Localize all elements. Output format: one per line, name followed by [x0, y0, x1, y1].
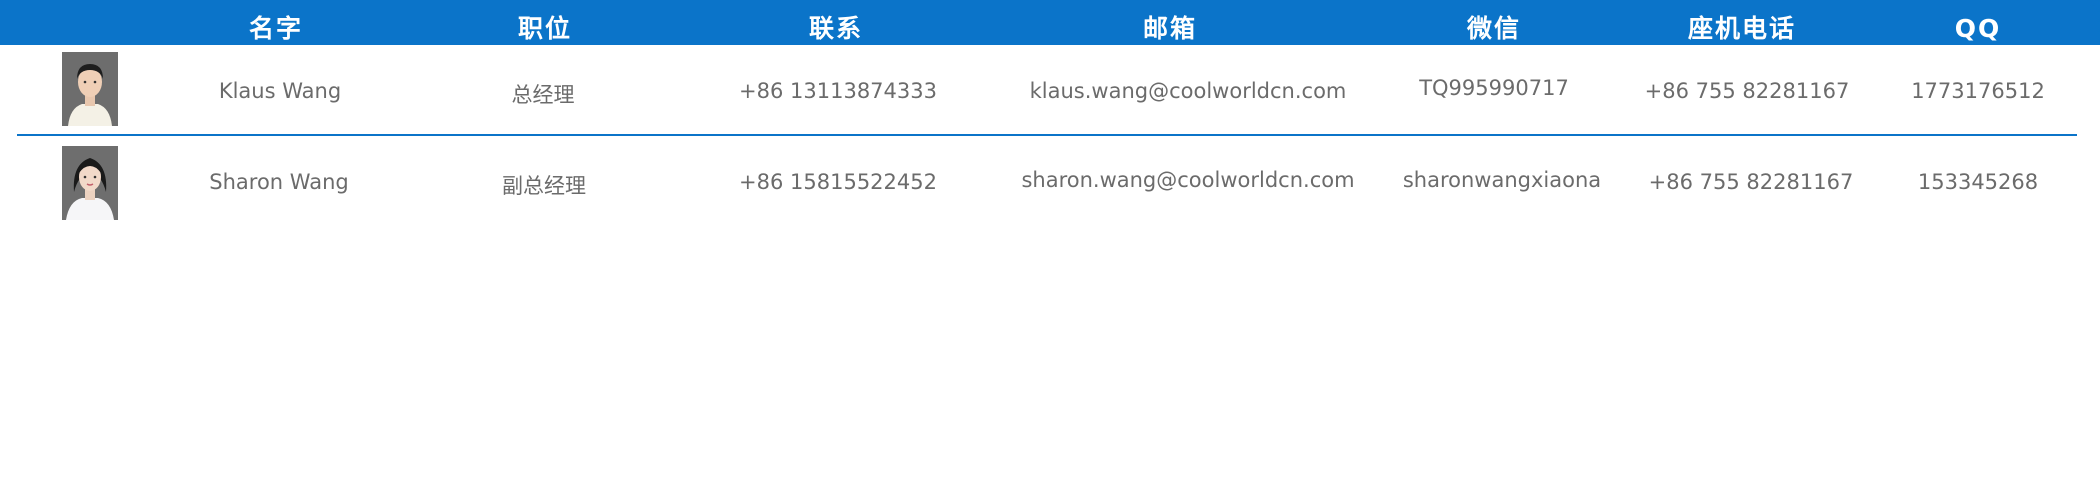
- table-header: 名字 职位 联系 邮箱 微信 座机电话 QQ: [0, 0, 2100, 45]
- contact-phone: +86 15815522452: [739, 170, 937, 194]
- contact-title: 副总经理: [502, 174, 586, 198]
- header-title: 职位: [517, 14, 573, 43]
- table-row: Klaus Wang 总经理 +86 13113874333 klaus.wan…: [0, 45, 2100, 136]
- contact-name: Klaus Wang: [218, 79, 342, 103]
- contact-landline: +86 755 82281167: [1644, 79, 1850, 103]
- contact-wechat: TQ995990717: [1419, 76, 1569, 100]
- avatar: [62, 52, 118, 126]
- contact-title: 总经理: [511, 83, 575, 107]
- row-divider: [17, 134, 2077, 136]
- header-email: 邮箱: [1142, 14, 1198, 43]
- header-name: 名字: [248, 14, 304, 43]
- header-wechat: 微信: [1466, 14, 1522, 43]
- contact-name: Sharon Wang: [209, 170, 349, 194]
- header-contact: 联系: [808, 14, 864, 43]
- contact-table: 名字 职位 联系 邮箱 微信 座机电话 QQ Klaus Wang 总经理 +8…: [0, 0, 2100, 500]
- contact-qq: 1773176512: [1911, 79, 2045, 103]
- header-qq: QQ: [1954, 14, 2002, 43]
- table-row: Sharon Wang 副总经理 +86 15815522452 sharon.…: [0, 137, 2100, 233]
- contact-wechat: sharonwangxiaona: [1402, 168, 1602, 192]
- contact-email: klaus.wang@coolworldcn.com: [1029, 79, 1347, 103]
- contact-qq: 153345268: [1917, 170, 2039, 194]
- avatar: [62, 146, 118, 220]
- contact-phone: +86 13113874333: [739, 79, 937, 103]
- header-landline: 座机电话: [1687, 14, 1797, 43]
- contact-landline: +86 755 82281167: [1648, 170, 1854, 194]
- contact-email: sharon.wang@coolworldcn.com: [1021, 168, 1355, 192]
